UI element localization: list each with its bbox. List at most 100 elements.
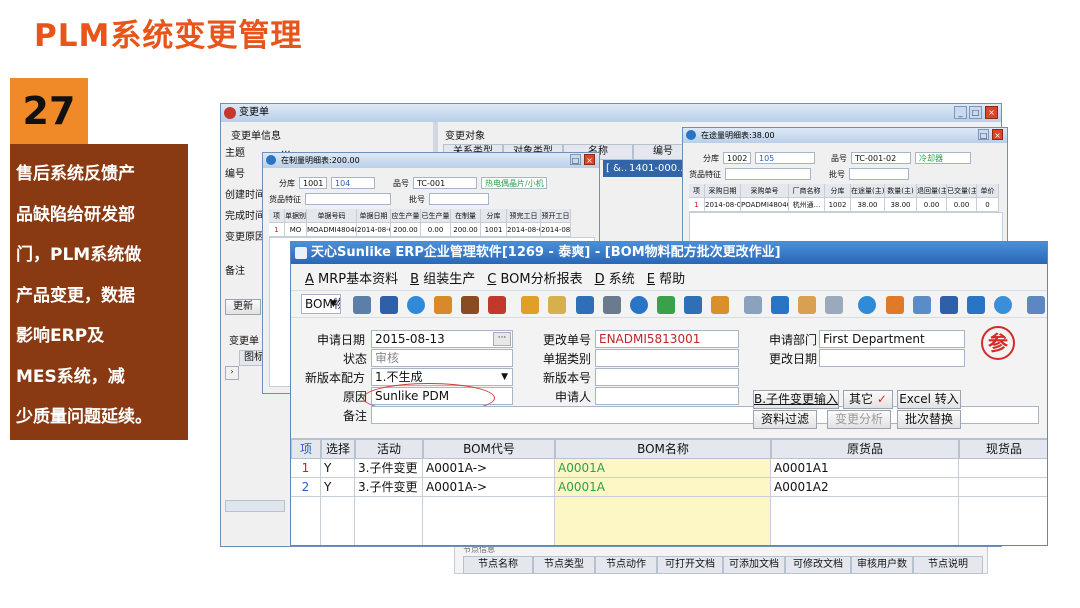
status-field[interactable]: 审核 (371, 349, 513, 367)
doc-type-field[interactable] (595, 349, 739, 367)
key-icon[interactable] (602, 295, 621, 314)
table-row[interactable]: 1 Y 3.子件变更 A0001A-> A0001A A0001A1 (291, 459, 1047, 478)
mail-icon[interactable] (548, 295, 567, 314)
menu-help[interactable]: E 帮助 (647, 268, 685, 287)
money-icon[interactable] (656, 295, 675, 314)
excel-import-button[interactable]: Excel 转入 (897, 390, 961, 409)
grid-col-original[interactable]: 原货品 (771, 439, 959, 459)
maximize-icon[interactable]: □ (570, 154, 581, 165)
branch-field[interactable]: 1001 (299, 177, 327, 189)
menu-system[interactable]: D 系统 (595, 268, 635, 287)
item-field[interactable]: TC-001-02 (851, 152, 911, 164)
transit-col[interactable]: 采购单号 (741, 184, 789, 198)
grid-col-select[interactable]: 选择 (321, 439, 355, 459)
refresh-icon[interactable] (406, 295, 425, 314)
close-icon[interactable]: × (584, 154, 595, 165)
branch-code-field[interactable]: 105 (755, 152, 815, 164)
cut-icon[interactable] (352, 295, 371, 314)
maximize-icon[interactable]: □ (978, 129, 989, 140)
transit-col[interactable]: 退回量(主) (917, 184, 947, 198)
expand-icon[interactable]: › (225, 366, 239, 380)
node-col[interactable]: 可添加文档 (723, 556, 785, 574)
sync-icon[interactable] (993, 295, 1012, 314)
wip-col[interactable]: 预完工日 (507, 209, 541, 223)
feature-field[interactable] (725, 168, 811, 180)
branch-field[interactable]: 1002 (723, 152, 751, 164)
applicant-field[interactable] (595, 387, 739, 405)
change-date-field[interactable] (819, 349, 965, 367)
dept-field[interactable]: First Department (819, 330, 965, 348)
node-col[interactable]: 可修改文档 (785, 556, 851, 574)
minimize-icon[interactable]: _ (954, 106, 967, 119)
data-filter-button[interactable]: 资料过滤 (753, 410, 817, 429)
update-button[interactable]: 更新 (225, 299, 261, 315)
menu-bom-reports[interactable]: C BOM分析报表 (487, 268, 582, 287)
lot-field[interactable] (429, 193, 489, 205)
book-icon[interactable] (488, 295, 507, 314)
new-ver-no-field[interactable] (595, 368, 739, 386)
branch-code-field[interactable]: 104 (331, 177, 375, 189)
check-icon[interactable] (858, 295, 877, 314)
maximize-icon[interactable]: □ (969, 106, 982, 119)
database-icon[interactable] (798, 295, 817, 314)
transit-col[interactable]: 分库 (825, 184, 851, 198)
transit-col[interactable]: 项 (689, 184, 705, 198)
change-analysis-button[interactable]: 变更分析 (827, 410, 891, 429)
node-col[interactable]: 可打开文档 (657, 556, 723, 574)
wip-col[interactable]: 单据别 (285, 209, 307, 223)
edit-icon[interactable] (885, 295, 904, 314)
grid-col-bom-name[interactable]: BOM名称 (555, 439, 771, 459)
wip-col[interactable]: 分库 (481, 209, 507, 223)
transit-col[interactable]: 数量(主) (885, 184, 917, 198)
other-button[interactable]: 其它 ✓ (843, 390, 893, 409)
transit-col[interactable]: 采购日期 (705, 184, 741, 198)
exit-icon[interactable] (1027, 295, 1045, 314)
wip-col[interactable]: 单据号码 (307, 209, 357, 223)
window-icon[interactable] (771, 295, 790, 314)
row-select[interactable]: Y (321, 478, 355, 497)
transit-col[interactable]: 单价 (977, 184, 999, 198)
lot-field[interactable] (849, 168, 909, 180)
row-select[interactable]: Y (321, 459, 355, 478)
grid-col-bom-code[interactable]: BOM代号 (423, 439, 555, 459)
close-icon[interactable]: × (992, 129, 1003, 140)
node-col[interactable]: 节点名称 (463, 556, 533, 574)
table-row[interactable]: 2 Y 3.子件变更 A0001A-> A0001A A0001A2 (291, 478, 1047, 497)
change-no-field[interactable]: ENADMI5813001 (595, 330, 739, 348)
transit-col[interactable]: 已交量(主) (947, 184, 977, 198)
copy-icon[interactable] (825, 295, 844, 314)
transit-col[interactable]: 厂商名称 (789, 184, 825, 198)
tree-icon[interactable] (939, 295, 958, 314)
sub-change-input-button[interactable]: B.子件变更输入 (753, 390, 839, 409)
node-col[interactable]: 节点说明 (913, 556, 983, 574)
help-icon[interactable] (629, 295, 648, 314)
h-scrollbar[interactable] (225, 500, 285, 512)
document-icon[interactable] (912, 295, 931, 314)
menu-assembly[interactable]: B 组装生产 (410, 268, 475, 287)
item-field[interactable]: TC-001 (413, 177, 477, 189)
wip-col[interactable]: 项 (269, 209, 285, 223)
item-name-field[interactable]: 热电偶晶片/小机 (481, 177, 547, 189)
transit-col[interactable]: 在途量(主) (851, 184, 885, 198)
item-name-field[interactable]: 冷却器 (915, 152, 971, 164)
node-col[interactable]: 节点类型 (533, 556, 595, 574)
grid-col-current[interactable]: 现货品 (959, 439, 1047, 459)
wip-col[interactable]: 已生产量 (421, 209, 451, 223)
node-col[interactable]: 审核用户数 (851, 556, 913, 574)
wip-col[interactable]: 在制量 (451, 209, 481, 223)
batch-replace-button[interactable]: 批次替换 (897, 410, 961, 429)
wip-col[interactable]: 单据日期 (357, 209, 391, 223)
monitor-icon[interactable] (966, 295, 985, 314)
menu-mrp[interactable]: A MRP基本资料 (305, 268, 398, 287)
briefcase-icon[interactable] (461, 295, 480, 314)
users-icon[interactable] (521, 295, 540, 314)
save-icon[interactable] (379, 295, 398, 314)
wip-col[interactable]: 应生产量 (391, 209, 421, 223)
wip-col[interactable]: 预开工日 (541, 209, 571, 223)
cart-icon[interactable] (683, 295, 702, 314)
grid-col-activity[interactable]: 活动 (355, 439, 423, 459)
calendar-icon[interactable] (575, 295, 594, 314)
chart-icon[interactable] (744, 295, 763, 314)
close-icon[interactable]: × (985, 106, 998, 119)
feature-field[interactable] (305, 193, 391, 205)
